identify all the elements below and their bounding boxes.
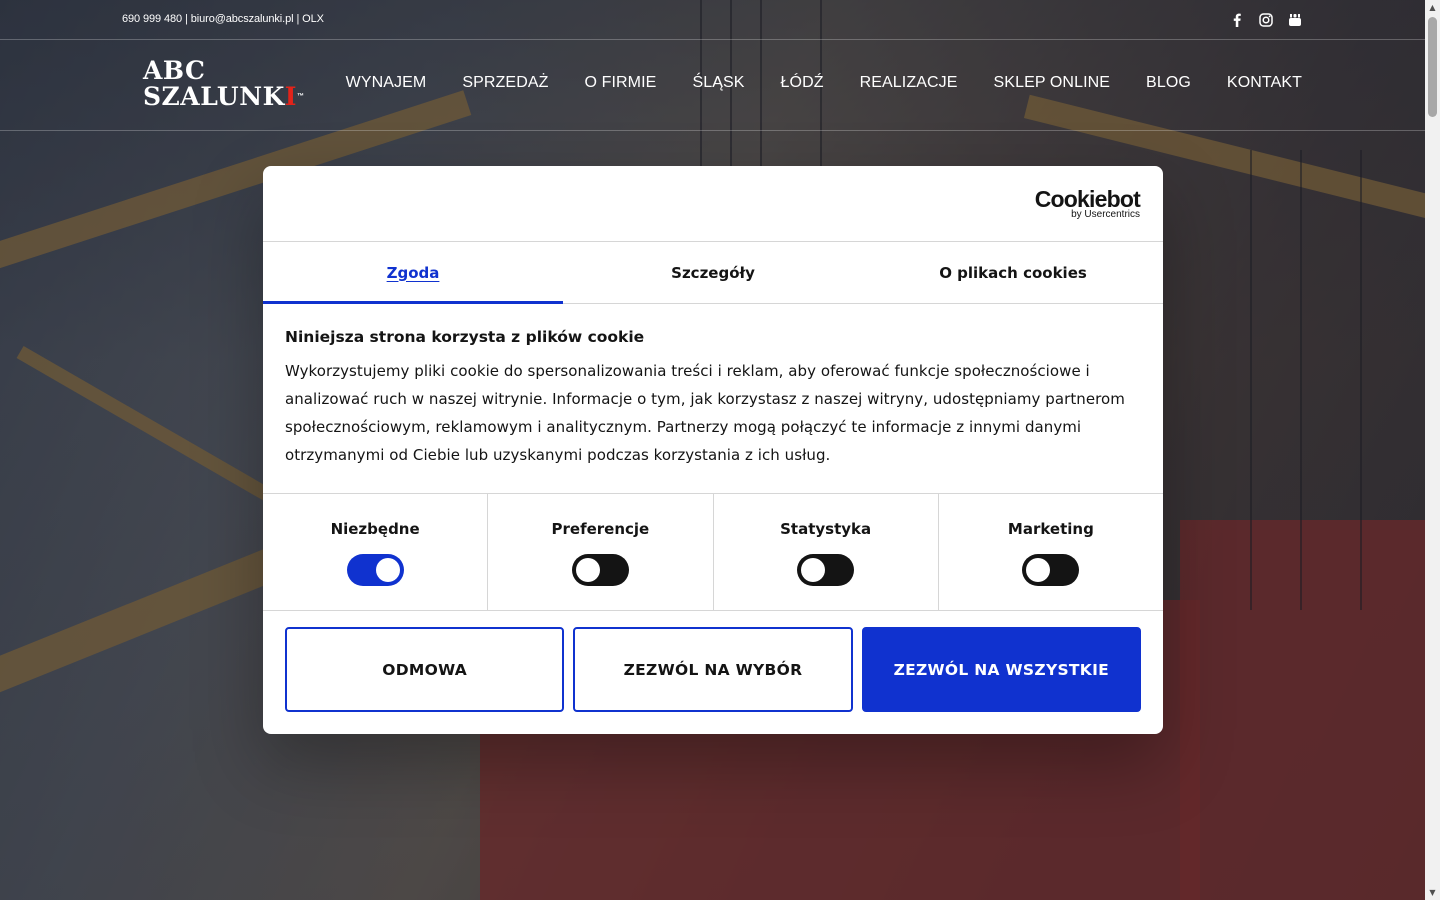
separator: | xyxy=(182,13,191,25)
youtube-icon[interactable] xyxy=(1286,11,1304,29)
consent-heading: Niniejsza strona korzysta z plików cooki… xyxy=(285,328,645,346)
category-statystyka: Statystyka xyxy=(714,494,939,610)
nav-o-firmie[interactable]: O FIRMIE xyxy=(585,74,657,92)
nav-sklep-online[interactable]: SKLEP ONLINE xyxy=(994,74,1111,92)
tab-o-plikach-cookies[interactable]: O plikach cookies xyxy=(863,242,1163,303)
toggle-knob xyxy=(375,558,400,582)
consent-body: Niniejsza strona korzysta z plików cooki… xyxy=(263,304,1163,494)
category-niezbedne: Niezbędne xyxy=(263,494,489,610)
allow-selection-button[interactable]: ZEZWÓL NA WYBÓR xyxy=(573,627,853,712)
scroll-thumb[interactable] xyxy=(1428,17,1437,117)
category-label: Niezbędne xyxy=(330,520,420,538)
toggle-knob xyxy=(1026,558,1051,582)
allow-all-button[interactable]: ZEZWÓL NA WSZYSTKIE xyxy=(861,627,1141,712)
scroll-down-arrow-icon[interactable]: ▼ xyxy=(1425,885,1440,900)
logo-trademark: ™ xyxy=(297,93,305,100)
category-label: Statystyka xyxy=(780,520,872,538)
marketing-toggle[interactable] xyxy=(1022,554,1080,586)
cookie-consent-dialog: Cookiebot by Usercentrics Zgoda Szczegół… xyxy=(263,166,1163,734)
preferences-toggle[interactable] xyxy=(571,554,629,586)
cookiebot-logo: Cookiebot by Usercentrics xyxy=(1034,186,1141,220)
cookiebot-brand: Cookiebot xyxy=(1034,186,1141,212)
tab-zgoda[interactable]: Zgoda xyxy=(263,242,563,304)
email-link[interactable]: biuro@abcszalunki.pl xyxy=(191,13,294,25)
tab-szczegoly[interactable]: Szczegóły xyxy=(563,242,863,303)
olx-link[interactable]: OLX xyxy=(302,13,324,25)
nav-sprzedaz[interactable]: SPRZEDAŻ xyxy=(462,74,548,92)
consent-buttons: ODMOWA ZEZWÓL NA WYBÓR ZEZWÓL NA WSZYSTK… xyxy=(263,611,1163,728)
nav-kontakt[interactable]: KONTAKT xyxy=(1227,74,1302,92)
category-label: Preferencje xyxy=(551,520,650,538)
separator: | xyxy=(293,13,303,25)
nav-blog[interactable]: BLOG xyxy=(1146,74,1191,92)
logo-line-2: SZALUNKI™ xyxy=(143,84,305,110)
contact-line: 690 999 480 | biuro@abcszalunki.pl | OLX xyxy=(122,13,324,25)
statistics-toggle[interactable] xyxy=(797,554,855,586)
logo[interactable]: ABC SZALUNKI™ xyxy=(143,58,305,110)
nav-realizacje[interactable]: REALIZACJE xyxy=(860,74,958,92)
site-header: ABC SZALUNKI™ WYNAJEM SPRZEDAŻ O FIRMIE … xyxy=(0,40,1425,131)
logo-text: SZALUNK xyxy=(143,82,285,111)
category-marketing: Marketing xyxy=(939,494,1163,610)
nav-lodz[interactable]: ŁÓDŹ xyxy=(781,74,824,92)
main-nav: WYNAJEM SPRZEDAŻ O FIRMIE ŚLĄSK ŁÓDŹ REA… xyxy=(310,74,1302,92)
category-preferencje: Preferencje xyxy=(488,494,714,610)
deny-button[interactable]: ODMOWA xyxy=(285,627,565,712)
instagram-icon[interactable] xyxy=(1257,11,1275,29)
page-scrollbar[interactable]: ▲ ▼ xyxy=(1425,0,1440,900)
facebook-icon[interactable] xyxy=(1228,11,1246,29)
top-bar: 690 999 480 | biuro@abcszalunki.pl | OLX xyxy=(0,0,1425,40)
toggle-knob xyxy=(575,558,600,582)
logo-line-1: ABC xyxy=(143,56,206,85)
phone-link[interactable]: 690 999 480 xyxy=(122,13,182,25)
dialog-header: Cookiebot by Usercentrics xyxy=(263,166,1163,242)
nav-wynajem[interactable]: WYNAJEM xyxy=(346,74,427,92)
toggle-knob xyxy=(801,558,826,582)
dialog-tabs: Zgoda Szczegóły O plikach cookies xyxy=(263,242,1163,304)
consent-text: Wykorzystujemy pliki cookie do spersonal… xyxy=(285,362,1125,464)
necessary-toggle[interactable] xyxy=(346,554,404,586)
nav-slask[interactable]: ŚLĄSK xyxy=(692,74,744,92)
consent-categories: Niezbędne Preferencje Statystyka Marketi… xyxy=(263,494,1163,611)
scroll-up-arrow-icon[interactable]: ▲ xyxy=(1425,0,1440,15)
logo-accent: I xyxy=(284,82,297,111)
category-label: Marketing xyxy=(1007,520,1094,538)
